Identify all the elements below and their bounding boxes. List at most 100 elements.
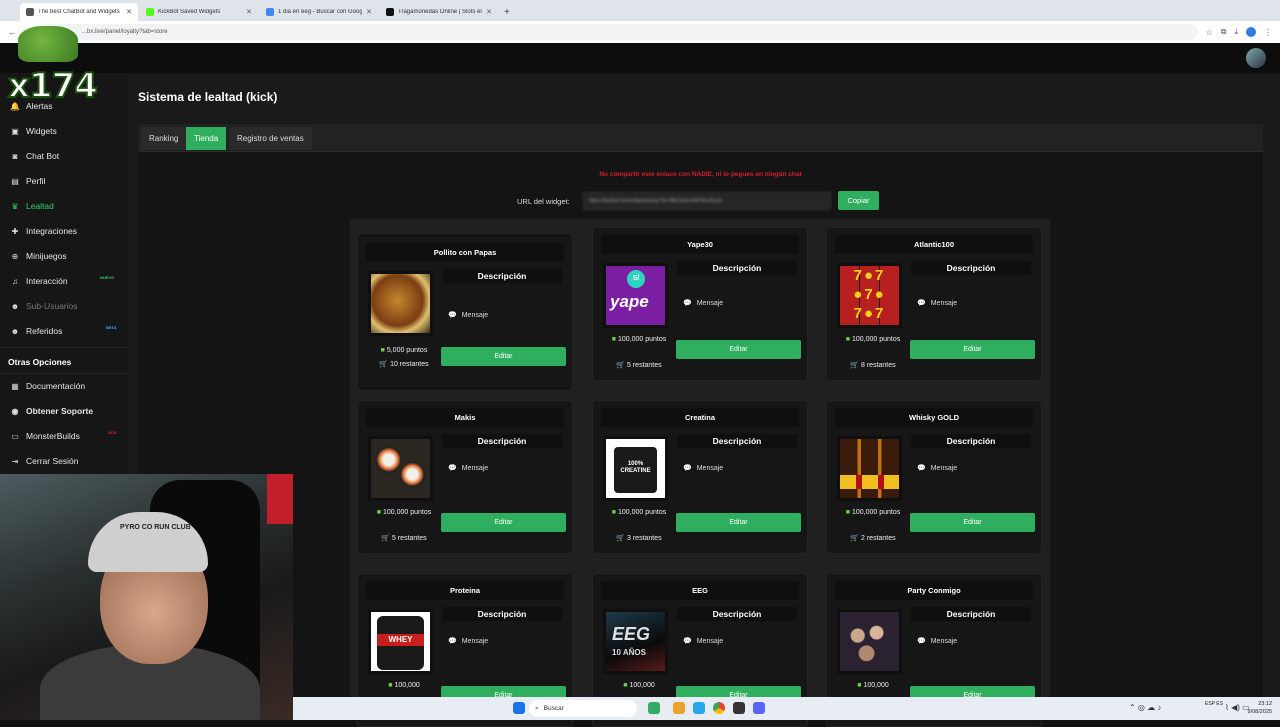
browser-tab[interactable]: Tragamonedas Online | Slots en ✕ bbox=[380, 3, 498, 21]
chat-bubble-icon: 💬 bbox=[683, 465, 692, 472]
webcam-overlay: PYRO CO RUN CLUB bbox=[0, 474, 293, 720]
browser-tab[interactable]: 1 dia en eeg - Buscar con Goog ✕ bbox=[260, 3, 378, 21]
url-field[interactable]: ...bx.live/panel/loyalty?tab=store bbox=[42, 24, 1198, 40]
item-name: Proteina bbox=[366, 581, 564, 600]
logout-icon: ⇥ bbox=[11, 456, 19, 466]
item-remaining: 🛒 5 restantes bbox=[616, 362, 662, 369]
edge-icon[interactable] bbox=[693, 702, 705, 714]
description-title: Descripción bbox=[911, 434, 1031, 448]
tab-ranking[interactable]: Ranking bbox=[141, 127, 187, 150]
chat-bubble-icon: 💬 bbox=[448, 465, 457, 472]
user-avatar[interactable] bbox=[1246, 48, 1266, 68]
widgets-taskbar-icon[interactable] bbox=[648, 702, 660, 714]
taskbar-search[interactable]: ⌕ Buscar bbox=[529, 700, 637, 717]
store-item-card: Yape30 S/yape Descripción 💬 Mensaje ■ 100… bbox=[592, 227, 808, 381]
close-tab-icon[interactable]: ✕ bbox=[126, 8, 132, 16]
edit-button[interactable]: Editar bbox=[441, 347, 566, 366]
sidebar-item-interaccion[interactable]: ♫ Interacción bbox=[10, 276, 68, 286]
divider bbox=[0, 347, 128, 348]
sidebar-item-referidos[interactable]: ☻ Referidos bbox=[10, 326, 63, 336]
favicon-icon bbox=[26, 8, 34, 16]
item-name: Whisky GOLD bbox=[835, 408, 1033, 427]
tab-registro-ventas[interactable]: Registro de ventas bbox=[229, 127, 312, 150]
widget-url-field[interactable]: https://kickbot.live/widgets/shop?id=3f8… bbox=[583, 192, 831, 210]
message-row: 💬 Mensaje bbox=[917, 299, 958, 308]
sidebar-item-monsterbuilds[interactable]: ▭ MonsterBuilds bbox=[10, 431, 80, 441]
folder-icon[interactable] bbox=[673, 702, 685, 714]
edit-button[interactable]: Editar bbox=[676, 340, 801, 359]
item-remaining: 🛒 2 restantes bbox=[850, 535, 896, 542]
sidebar-item-chatbot[interactable]: ◙ Chat Bot bbox=[10, 151, 60, 161]
message-row: 💬 Mensaje bbox=[448, 311, 489, 320]
sidebar-item-sub-usuarios[interactable]: ☻ Sub-Usuarios bbox=[10, 301, 78, 311]
browser-tab[interactable]: The best ChatBot and Widgets ✕ bbox=[20, 3, 138, 21]
item-image: S/yape bbox=[603, 263, 668, 328]
sidebar-section-title: Otras Opciones bbox=[8, 357, 72, 367]
chrome-icon[interactable] bbox=[713, 702, 725, 714]
sidebar-item-documentacion[interactable]: ▦ Documentación bbox=[10, 381, 85, 391]
extensions-icon[interactable]: ⧉ bbox=[1221, 27, 1227, 37]
store-item-card: Pollito con Papas Descripción 💬 Mensaje ■… bbox=[357, 233, 573, 391]
page-title: Sistema de lealtad (kick) bbox=[138, 90, 278, 104]
close-tab-icon[interactable]: ✕ bbox=[246, 8, 252, 16]
item-points: ■ 100,000 bbox=[388, 682, 420, 689]
item-points: ■ 100,000 bbox=[623, 682, 655, 689]
close-tab-icon[interactable]: ✕ bbox=[366, 8, 372, 16]
slots-image: 7●7 ●7● 7●7 bbox=[840, 266, 899, 325]
item-points: ■ 100,000 puntos bbox=[376, 509, 432, 516]
item-points: ■ 100,000 puntos bbox=[611, 509, 667, 516]
monitor-icon: ▭ bbox=[11, 431, 19, 441]
wifi-volume-icon[interactable]: ⌇ ◀) ▭ bbox=[1225, 703, 1250, 712]
robot-icon: ◙ bbox=[12, 151, 18, 161]
tray-icons[interactable]: ⌃ ◎ ☁ ♪ bbox=[1129, 703, 1161, 712]
favicon-icon bbox=[146, 8, 154, 16]
message-row: 💬 Mensaje bbox=[683, 464, 724, 473]
eeg-image: EEG 10 AÑOS bbox=[606, 612, 665, 671]
message-row: 💬 Mensaje bbox=[917, 464, 958, 473]
close-tab-icon[interactable]: ✕ bbox=[486, 8, 492, 16]
item-image: EEG 10 AÑOS bbox=[603, 609, 668, 674]
support-icon: ◉ bbox=[11, 406, 19, 416]
sidebar-item-integraciones[interactable]: ✚ Integraciones bbox=[10, 226, 77, 236]
profile-icon[interactable] bbox=[1246, 27, 1256, 37]
star-icon[interactable]: ☆ bbox=[1206, 28, 1213, 37]
sidebar-item-soporte[interactable]: ◉ Obtener Soporte bbox=[10, 406, 94, 416]
beta-badge: BETA bbox=[106, 325, 117, 330]
copy-button[interactable]: Copiar bbox=[838, 191, 879, 210]
yape-logo-image: S/yape bbox=[606, 266, 665, 325]
edit-button[interactable]: Editar bbox=[910, 513, 1035, 532]
clock[interactable]: 23:12 9/08/2025 bbox=[1248, 700, 1272, 716]
obs-icon[interactable] bbox=[733, 702, 745, 714]
store-item-card: Creatina 100% CREATINE Descripción 💬 Mens… bbox=[592, 400, 808, 554]
edit-button[interactable]: Editar bbox=[441, 513, 566, 532]
book-icon: ▦ bbox=[11, 381, 19, 391]
item-image bbox=[837, 436, 902, 501]
app-topbar bbox=[0, 43, 1280, 73]
windows-start-icon[interactable] bbox=[513, 702, 525, 714]
item-remaining: 🛒 3 restantes bbox=[616, 535, 662, 542]
music-icon: ♫ bbox=[12, 276, 18, 286]
windows-taskbar: ⌕ Buscar ⌃ ◎ ☁ ♪ ESP ES ⌇ ◀) ▭ 23:12 9/08/… bbox=[293, 697, 1280, 720]
download-icon[interactable]: ⤓ bbox=[1234, 27, 1238, 37]
language-indicator[interactable]: ESP ES bbox=[1205, 701, 1223, 708]
browser-tab[interactable]: KickBot Saved Widgets ✕ bbox=[140, 3, 258, 21]
sidebar-item-minijuegos[interactable]: ⊕ Minijuegos bbox=[10, 251, 67, 261]
edit-button[interactable]: Editar bbox=[676, 513, 801, 532]
creatine-image: 100% CREATINE bbox=[606, 439, 665, 498]
new-tab-icon[interactable]: + bbox=[504, 7, 510, 18]
cart-icon: 🛒 bbox=[850, 362, 860, 369]
channel-logo: x174 bbox=[6, 24, 99, 108]
cart-icon: 🛒 bbox=[381, 535, 391, 542]
sidebar-item-cerrar-sesion[interactable]: ⇥ Cerrar Sesión bbox=[10, 456, 79, 466]
whey-image: WHEY bbox=[371, 612, 430, 671]
sidebar-item-widgets[interactable]: ▣ Widgets bbox=[10, 126, 57, 136]
edit-button[interactable]: Editar bbox=[910, 340, 1035, 359]
sidebar-item-lealtad[interactable]: ♛ Lealtad bbox=[10, 201, 53, 211]
gamepad-icon: ⊕ bbox=[11, 251, 19, 261]
sidebar-item-perfil[interactable]: ▤ Perfil bbox=[10, 176, 45, 186]
tab-tienda[interactable]: Tienda bbox=[186, 127, 227, 150]
puzzle-icon: ✚ bbox=[11, 226, 19, 236]
chat-bubble-icon: 💬 bbox=[448, 312, 457, 319]
discord-icon[interactable] bbox=[753, 702, 765, 714]
menu-icon[interactable]: ⋮ bbox=[1264, 28, 1272, 37]
